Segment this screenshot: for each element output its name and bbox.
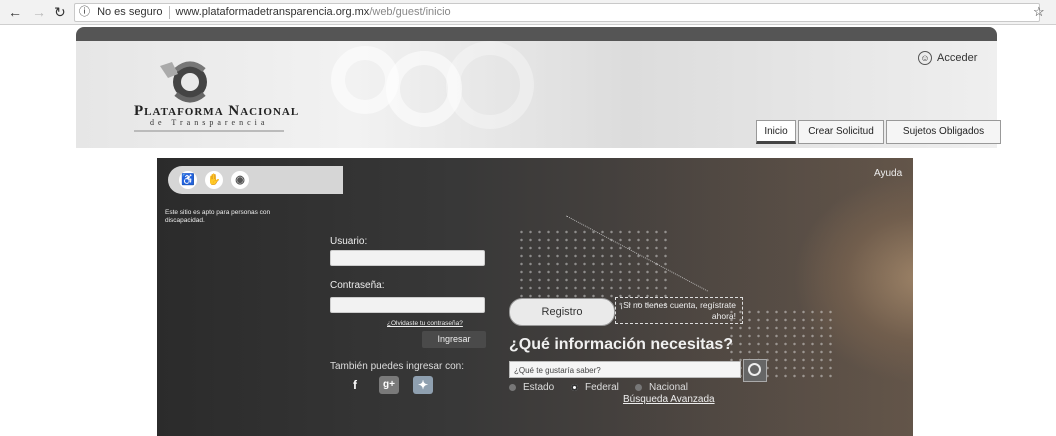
security-label: No es seguro — [97, 6, 163, 18]
twitter-icon[interactable]: ✦ — [413, 376, 433, 394]
search-input[interactable]: ¿Qué te gustaría saber? — [509, 361, 741, 378]
map-dots-decoration — [517, 228, 667, 308]
ingresar-button[interactable]: Ingresar — [422, 331, 486, 348]
usuario-input[interactable] — [330, 250, 485, 266]
acceder-label: Acceder — [937, 52, 978, 64]
wheelchair-icon[interactable]: ♿ — [179, 171, 197, 189]
info-icon[interactable]: ⓘ — [79, 6, 90, 18]
header-top-band — [76, 27, 997, 41]
header-decoration — [446, 41, 534, 129]
radio-nacional[interactable]: Nacional — [635, 382, 688, 393]
radio-label: Estado — [523, 382, 555, 393]
search-icon — [748, 363, 761, 376]
user-icon: ☺ — [918, 51, 932, 65]
reload-icon[interactable]: ↻ — [54, 3, 66, 21]
logo-icon — [160, 61, 207, 103]
search-heading: ¿Qué información necesitas? — [509, 336, 734, 353]
radio-dot — [635, 383, 642, 391]
main-panel: Ayuda ♿ ✋ ◉ Este sitio es apto para pers… — [157, 158, 913, 436]
address-bar[interactable]: ⓘ No es seguro www.plataformadetransparen… — [74, 3, 1040, 22]
bookmark-star-icon[interactable]: ☆ — [1033, 3, 1045, 21]
tab-crear-solicitud[interactable]: Crear Solicitud — [798, 120, 884, 144]
search-button[interactable] — [743, 359, 767, 382]
ayuda-link[interactable]: Ayuda — [874, 168, 902, 179]
facebook-icon[interactable]: f — [345, 376, 365, 394]
address-separator — [168, 6, 170, 19]
usuario-label: Usuario: — [330, 236, 368, 247]
acceder-link[interactable]: ☺ Acceder — [918, 51, 977, 65]
registro-button[interactable]: Registro — [509, 298, 615, 326]
forgot-password-link[interactable]: ¿Olvidaste tu contraseña? — [387, 320, 463, 327]
contrasena-label: Contraseña: — [330, 280, 385, 291]
logo-tagline-line — [134, 130, 284, 132]
tab-inicio[interactable]: Inicio — [756, 120, 796, 144]
url-host: www.plataformadetransparencia.org.mx — [175, 6, 370, 18]
busqueda-avanzada-link[interactable]: Búsqueda Avanzada — [623, 394, 715, 405]
radio-label: Federal — [585, 382, 619, 393]
tab-sujetos-obligados[interactable]: Sujetos Obligados — [886, 120, 1001, 144]
sign-language-icon[interactable]: ✋ — [205, 171, 223, 189]
forward-icon[interactable]: → — [32, 3, 46, 21]
contrasena-input[interactable] — [330, 297, 485, 313]
url-path: /web/guest/inicio — [369, 6, 451, 18]
radio-federal[interactable]: Federal — [571, 382, 619, 393]
radio-dot — [571, 383, 578, 391]
registro-note: ¡Si no tienes cuenta, regístrate ahora! — [615, 297, 743, 324]
social-login-label: También puedes ingresar con: — [330, 361, 464, 372]
google-plus-icon[interactable]: g+ — [379, 376, 399, 394]
radio-dot — [509, 383, 516, 391]
logo-subtitle: de Transparencia — [150, 118, 269, 127]
radio-label: Nacional — [649, 382, 688, 393]
accessibility-note: Este sitio es apto para personas con dis… — [165, 209, 271, 224]
low-vision-icon[interactable]: ◉ — [231, 171, 249, 189]
radio-estado[interactable]: Estado — [509, 382, 554, 393]
back-icon[interactable]: ← — [8, 3, 22, 21]
